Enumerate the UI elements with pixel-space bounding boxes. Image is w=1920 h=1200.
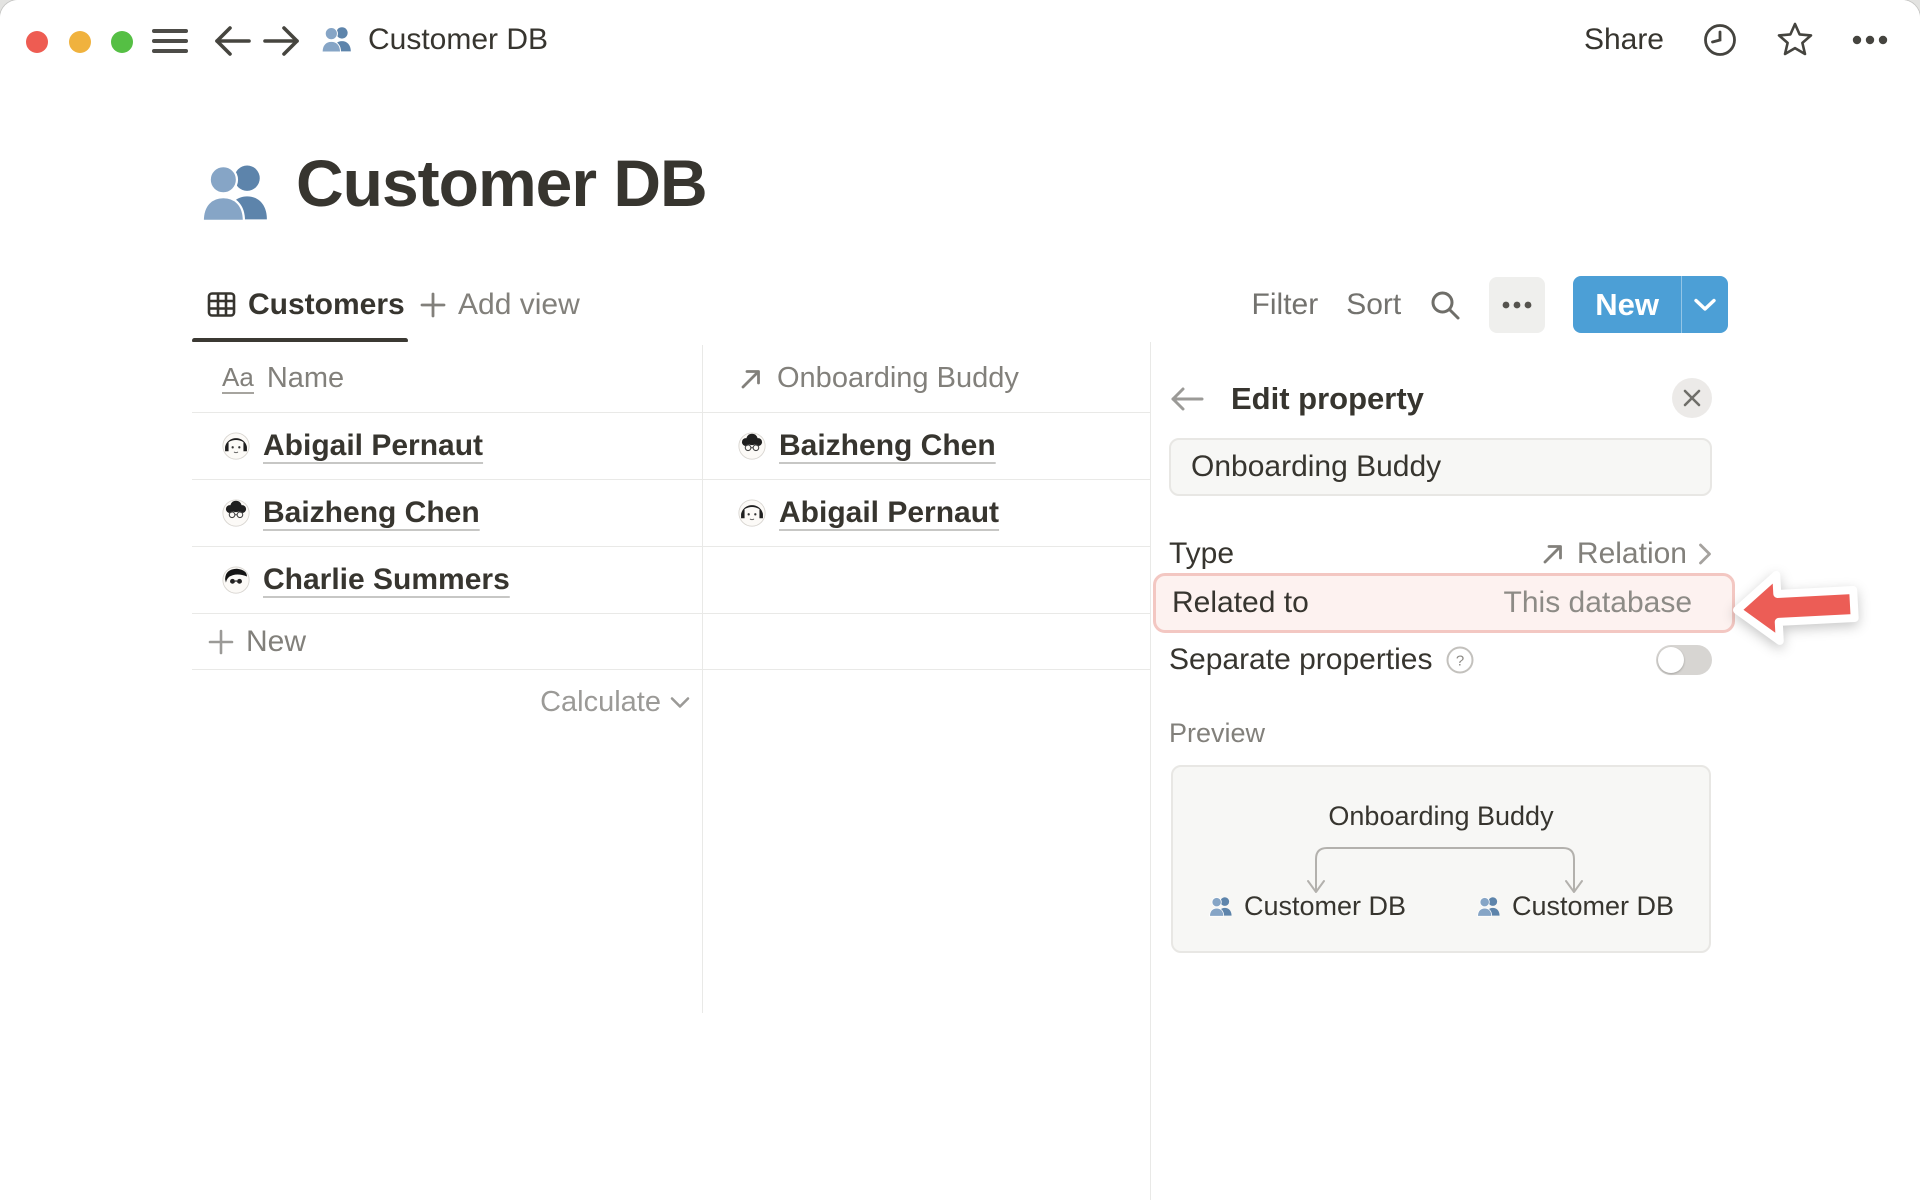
favorite-star-icon[interactable] [1776,21,1814,59]
column-header-buddy[interactable]: Onboarding Buddy [702,345,1150,412]
breadcrumb[interactable]: Customer DB [320,0,548,80]
buddy-cell[interactable]: Baizheng Chen [702,413,1150,479]
sort-button[interactable]: Sort [1346,288,1401,322]
row-buddy-link[interactable]: Abigail Pernaut [779,496,999,530]
view-options-button[interactable] [1489,276,1546,333]
type-label: Type [1169,537,1235,570]
share-button[interactable]: Share [1584,23,1664,57]
sidebar-menu-icon[interactable] [152,28,188,54]
people-icon [1477,896,1500,917]
column-header-name[interactable]: Aa Name [192,345,702,412]
zoom-window-button[interactable] [111,31,133,53]
search-icon[interactable] [1429,289,1461,321]
close-window-button[interactable] [26,31,48,53]
type-value-label: Relation [1576,537,1687,570]
edit-property-panel: Edit property Type Relation [1150,342,1920,1200]
property-name-input[interactable] [1169,438,1712,496]
more-options-icon[interactable] [1852,35,1888,45]
related-to-label: Related to [1172,586,1309,619]
buddy-cell[interactable]: Abigail Pernaut [702,480,1150,546]
tab-customers[interactable]: Customers [192,268,419,343]
minimize-window-button[interactable] [69,31,91,53]
avatar-abigail [738,499,766,527]
back-icon[interactable] [212,25,252,57]
panel-close-button[interactable] [1672,378,1712,418]
add-view-label: Add view [458,287,580,321]
avatar-baizheng [222,499,250,527]
table-header-row: Aa Name Onboarding Buddy [192,345,1150,413]
new-button-label[interactable]: New [1573,276,1681,333]
plus-icon [208,629,234,654]
row-buddy-link[interactable]: Baizheng Chen [779,429,996,463]
page-people-icon[interactable] [198,156,274,232]
panel-title: Edit property [1231,381,1424,416]
close-icon [1683,389,1701,407]
relation-arrow-icon [1543,545,1562,564]
separate-properties-label: Separate properties [1169,643,1433,676]
preview-node-label: Onboarding Buddy [1328,801,1554,831]
updates-clock-icon[interactable] [1702,22,1738,58]
type-row[interactable]: Type Relation [1169,532,1712,576]
relation-preview: Onboarding Buddy Customer DB Customer DB [1171,765,1711,953]
new-row-button[interactable]: New [192,614,1150,670]
add-view-button[interactable]: Add view [420,268,580,341]
row-name-link[interactable]: Abigail Pernaut [263,429,483,463]
table-row: Abigail Pernaut Baizheng Chen [192,413,1150,480]
related-to-row-highlighted[interactable]: Related to This database [1153,573,1735,633]
page-title: Customer DB [296,146,708,220]
column-name-label: Name [266,362,345,394]
avatar-baizheng [738,432,766,460]
panel-back-icon[interactable] [1169,386,1205,412]
people-icon [321,26,352,53]
notion-window: Customer DB Share Customer DB Customers … [0,0,1920,1200]
related-to-value: This database [1503,586,1692,619]
chevron-down-icon [670,696,690,708]
svg-text:?: ? [1455,653,1463,670]
forward-icon[interactable] [262,25,302,57]
new-row-label: New [246,624,307,658]
preview-target-left: Customer DB [1173,891,1441,922]
column-buddy-label: Onboarding Buddy [777,362,1019,394]
avatar-abigail [222,432,250,460]
separate-properties-row[interactable]: Separate properties ? [1169,642,1712,678]
row-name-link[interactable]: Baizheng Chen [263,496,480,530]
preview-target-right-label: Customer DB [1511,891,1675,921]
ellipsis-icon [1502,301,1532,308]
new-button[interactable]: New [1573,276,1728,333]
table-view-icon [207,292,236,317]
new-dropdown-button[interactable] [1682,276,1728,333]
table-view: Aa Name Onboarding Buddy Abigail Pernaut… [0,342,1150,1200]
row-name-link[interactable]: Charlie Summers [263,563,510,597]
calculate-label: Calculate [540,685,661,718]
breadcrumb-title: Customer DB [368,23,549,56]
name-cell[interactable]: Baizheng Chen [192,480,702,546]
chevron-down-icon [1694,298,1716,311]
name-cell[interactable]: Charlie Summers [192,547,702,613]
people-icon [1209,896,1232,917]
avatar-charlie [222,566,250,594]
separate-properties-toggle[interactable] [1656,645,1712,675]
relation-arrow-icon [741,369,760,388]
preview-target-left-label: Customer DB [1243,891,1407,921]
chevron-right-icon [1699,543,1711,565]
annotation-arrow-icon [1733,570,1859,645]
type-value[interactable]: Relation [1540,537,1712,571]
preview-target-right: Customer DB [1441,891,1709,922]
table-row: Baizheng Chen Abigail Pernaut [192,480,1150,547]
toggle-knob [1658,647,1684,673]
titlebar: Customer DB Share [0,0,1920,80]
text-property-icon: Aa [222,361,254,394]
buddy-cell-empty[interactable] [702,547,1150,613]
calculate-button[interactable]: Calculate [192,671,690,733]
help-icon[interactable]: ? [1446,646,1474,674]
tab-customers-label: Customers [248,287,405,321]
view-bar: Customers Add view Filter Sort New [192,268,1728,343]
plus-icon [420,292,446,317]
filter-button[interactable]: Filter [1252,288,1319,322]
preview-label: Preview [1169,718,1266,748]
name-cell[interactable]: Abigail Pernaut [192,413,702,479]
table-row: Charlie Summers [192,547,1150,614]
